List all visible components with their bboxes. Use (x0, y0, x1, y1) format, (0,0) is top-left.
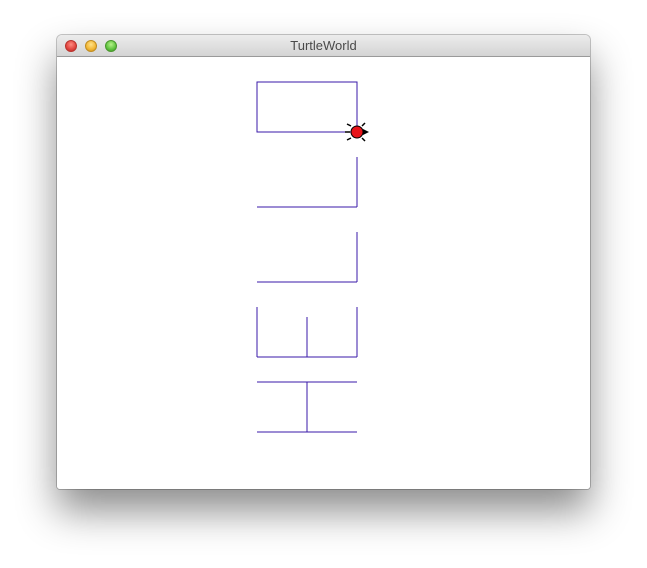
drawn-letter-h (257, 381, 357, 433)
turtle-drawing (256, 81, 369, 433)
pen-stroke (256, 81, 358, 133)
drawn-letter-l-2 (257, 157, 358, 208)
window-title: TurtleWorld (290, 38, 357, 53)
drawn-letter-o (256, 81, 358, 133)
drawn-letter-e (256, 307, 358, 358)
title-bar[interactable]: TurtleWorld (57, 35, 590, 57)
drawn-letter-l-1 (257, 232, 358, 283)
turtle-icon (345, 122, 369, 142)
turtle-canvas (57, 57, 590, 489)
turtleworld-window: TurtleWorld (57, 35, 590, 489)
